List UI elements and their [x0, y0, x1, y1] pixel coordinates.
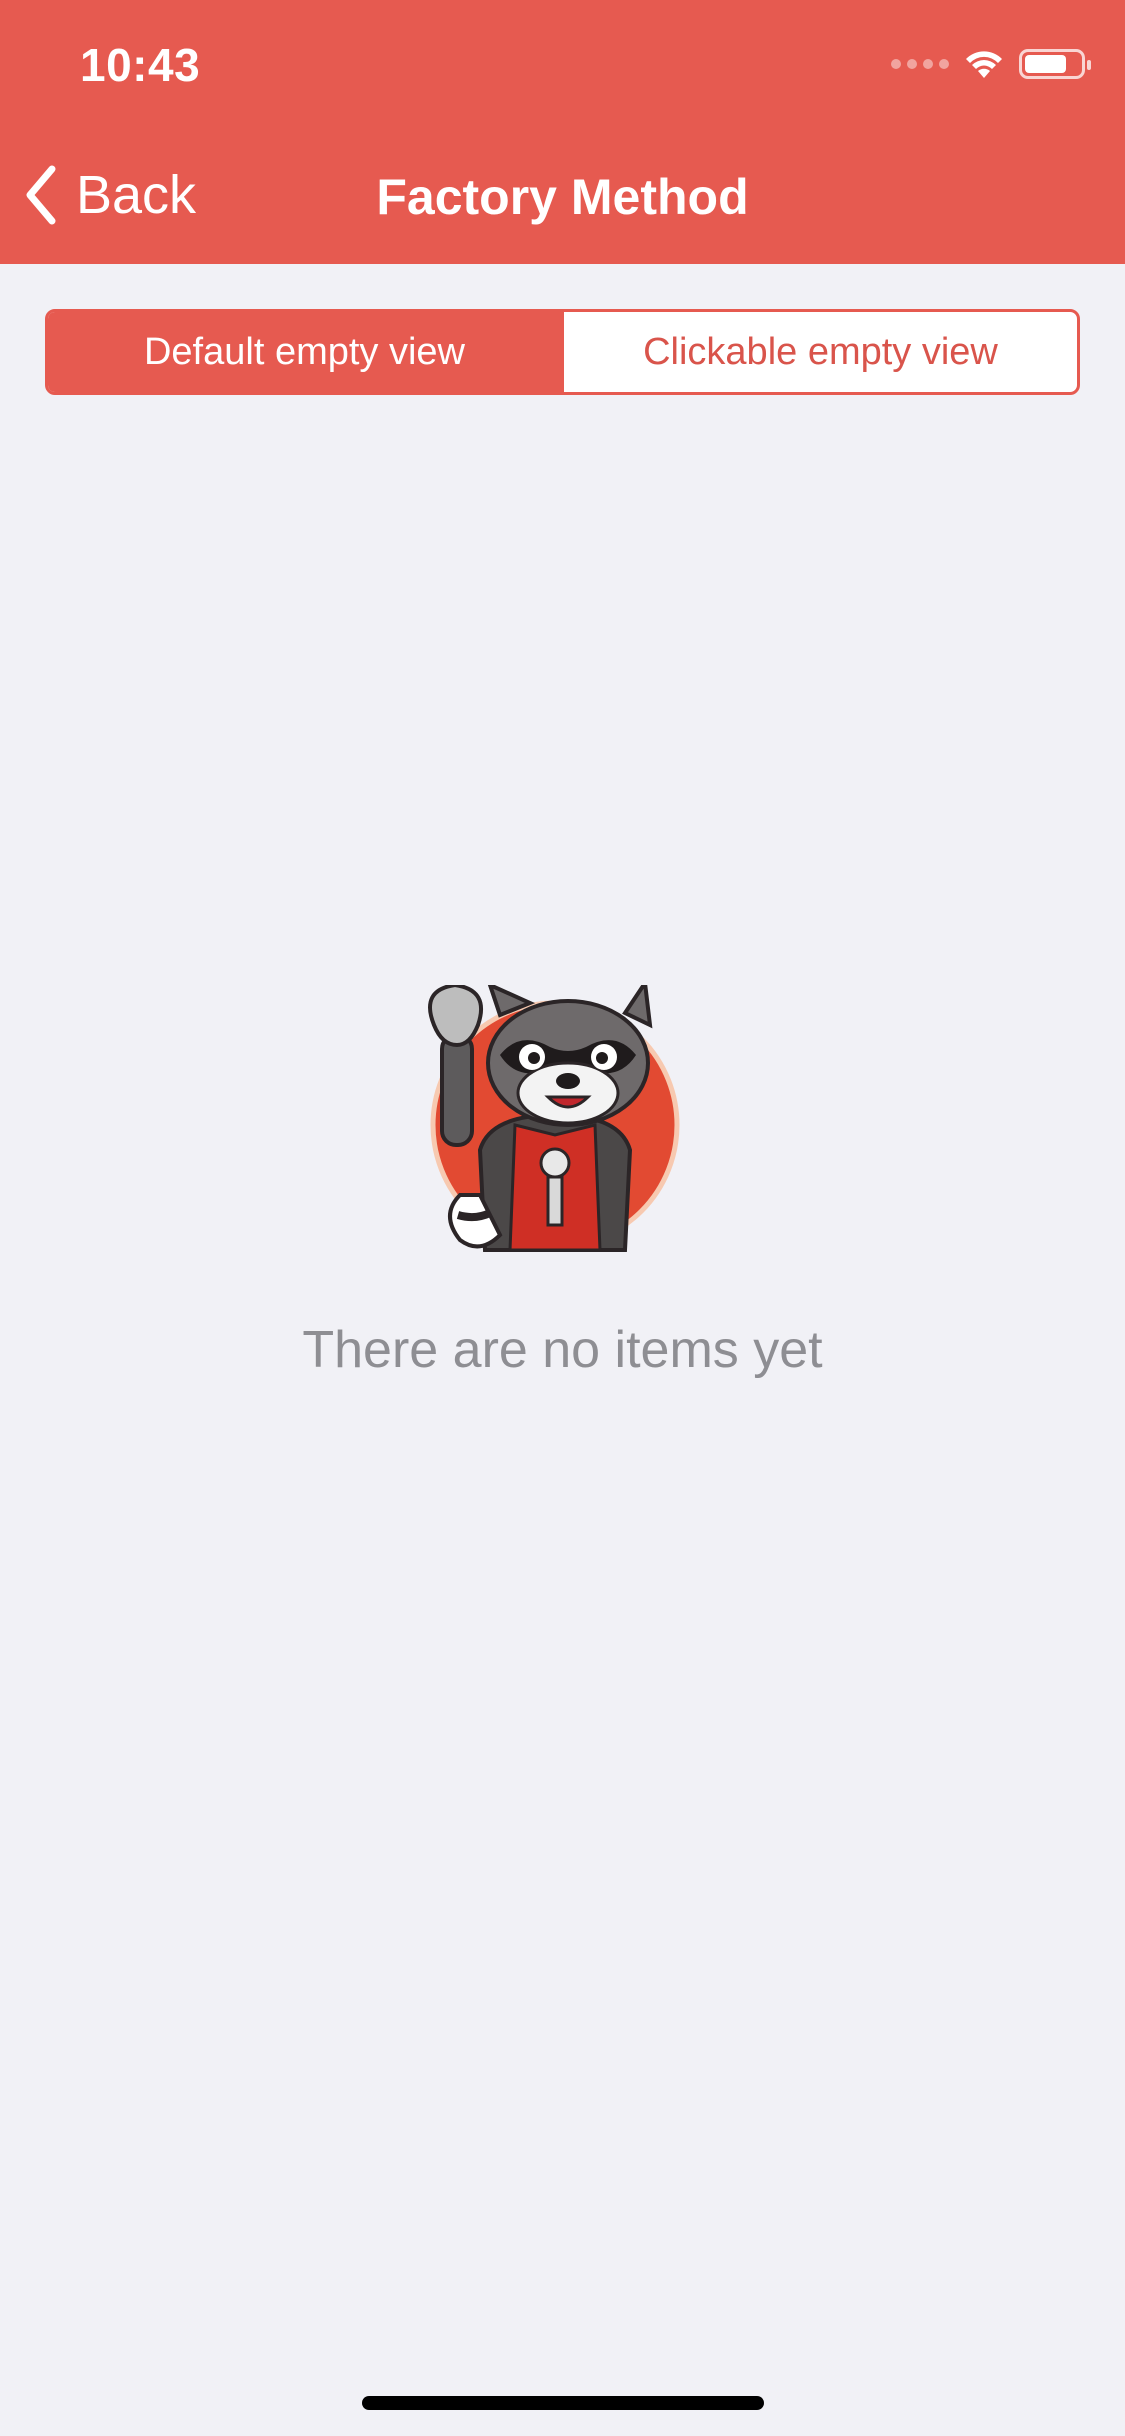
wifi-icon	[966, 51, 1002, 78]
raccoon-mascot-illustration	[428, 985, 680, 1252]
segmented-control: Default empty view Clickable empty view	[45, 309, 1080, 395]
cellular-signal-icon	[891, 59, 949, 69]
battery-level	[1025, 55, 1066, 73]
status-time: 10:43	[80, 39, 201, 91]
status-indicators	[891, 48, 1091, 80]
segment-clickable-empty-view[interactable]: Clickable empty view	[561, 312, 1077, 392]
home-indicator[interactable]	[362, 2396, 764, 2410]
battery-icon	[1019, 49, 1091, 79]
segment-default-empty-view[interactable]: Default empty view	[48, 312, 561, 392]
navigation-header: 10:43 Back Factory Method	[0, 0, 1125, 264]
page-title: Factory Method	[376, 169, 749, 225]
empty-state-message: There are no items yet	[302, 1321, 823, 1379]
